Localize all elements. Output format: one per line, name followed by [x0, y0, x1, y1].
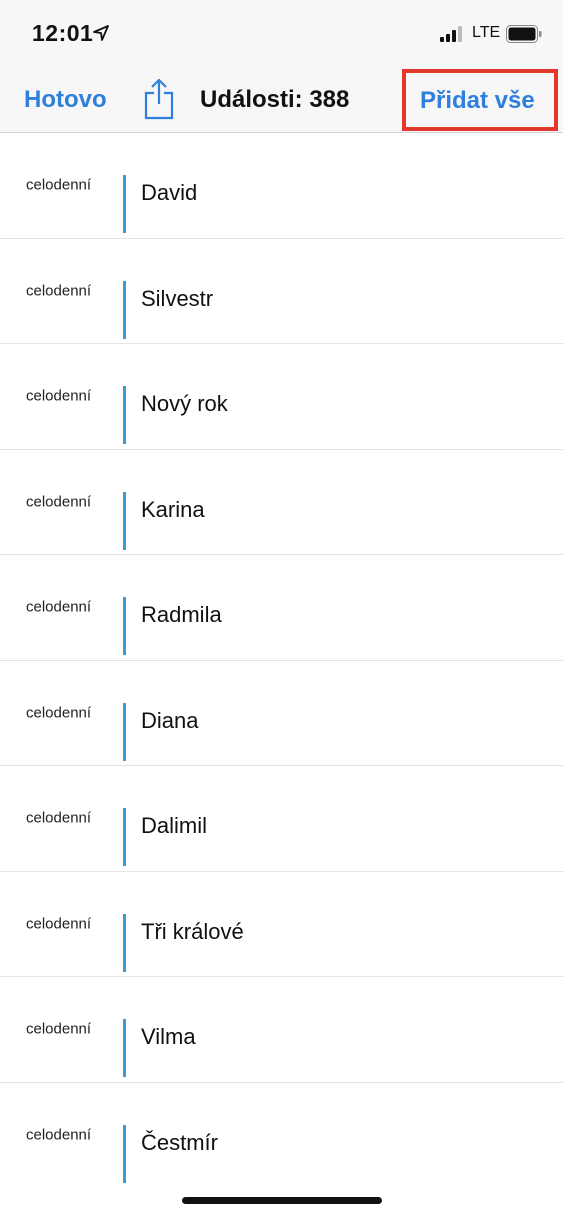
event-title: Karina: [141, 496, 205, 522]
calendar-color-bar: [123, 1019, 126, 1077]
event-row[interactable]: celodenní Čestmír: [0, 1083, 563, 1189]
battery-icon: [506, 25, 542, 43]
event-time: celodenní: [26, 915, 92, 933]
page-title: Události: 388: [200, 86, 350, 113]
event-row[interactable]: celodenní David: [0, 133, 563, 239]
event-time: celodenní: [26, 1126, 92, 1144]
event-row[interactable]: celodenní Dalimil: [0, 766, 563, 872]
event-time: celodenní: [26, 809, 92, 827]
location-arrow-icon: [93, 25, 109, 41]
event-list: celodenní David celodenní Silvestr celod…: [0, 133, 563, 1188]
event-row[interactable]: celodenní Diana: [0, 661, 563, 766]
event-time: celodenní: [26, 176, 92, 194]
add-all-button[interactable]: Přidat vše: [420, 87, 535, 115]
event-time: celodenní: [26, 387, 92, 405]
calendar-color-bar: [123, 1124, 126, 1183]
event-title: David: [141, 180, 198, 205]
calendar-color-bar: [123, 386, 126, 444]
event-title: Radmila: [141, 602, 222, 627]
event-title: Dalimil: [141, 813, 207, 838]
home-indicator[interactable]: [182, 1197, 382, 1204]
status-time: 12:01: [32, 20, 94, 46]
event-title: Nový rok: [141, 391, 228, 416]
event-row[interactable]: celodenní Silvestr: [0, 239, 563, 344]
network-type: LTE: [472, 24, 501, 41]
calendar-color-bar: [123, 491, 126, 550]
status-bar: 12:01 LTE: [0, 0, 563, 66]
navigation-bar: Hotovo Události: 388 Přidat vše: [0, 66, 563, 133]
signal-bars-icon: [440, 26, 462, 42]
calendar-color-bar: [123, 597, 126, 655]
event-row[interactable]: celodenní Tři králové: [0, 872, 563, 977]
event-title: Silvestr: [141, 285, 214, 311]
event-time: celodenní: [26, 282, 92, 300]
done-button[interactable]: Hotovo: [24, 86, 107, 114]
event-time: celodenní: [26, 598, 92, 616]
calendar-color-bar: [123, 280, 126, 339]
event-title: Diana: [141, 707, 199, 733]
calendar-color-bar: [123, 175, 126, 233]
event-row[interactable]: celodenní Karina: [0, 450, 563, 555]
calendar-color-bar: [123, 808, 126, 866]
add-all-highlight: Přidat vše: [402, 69, 558, 131]
calendar-color-bar: [123, 702, 126, 761]
event-time: celodenní: [26, 493, 92, 511]
event-row[interactable]: celodenní Vilma: [0, 977, 563, 1083]
event-title: Vilma: [141, 1024, 196, 1049]
event-title: Čestmír: [141, 1129, 218, 1155]
event-title: Tři králové: [141, 918, 244, 944]
event-row[interactable]: celodenní Nový rok: [0, 344, 563, 450]
calendar-color-bar: [123, 913, 126, 972]
event-time: celodenní: [26, 1020, 92, 1038]
event-time: celodenní: [26, 704, 92, 722]
event-row[interactable]: celodenní Radmila: [0, 555, 563, 661]
share-icon[interactable]: [143, 78, 175, 120]
